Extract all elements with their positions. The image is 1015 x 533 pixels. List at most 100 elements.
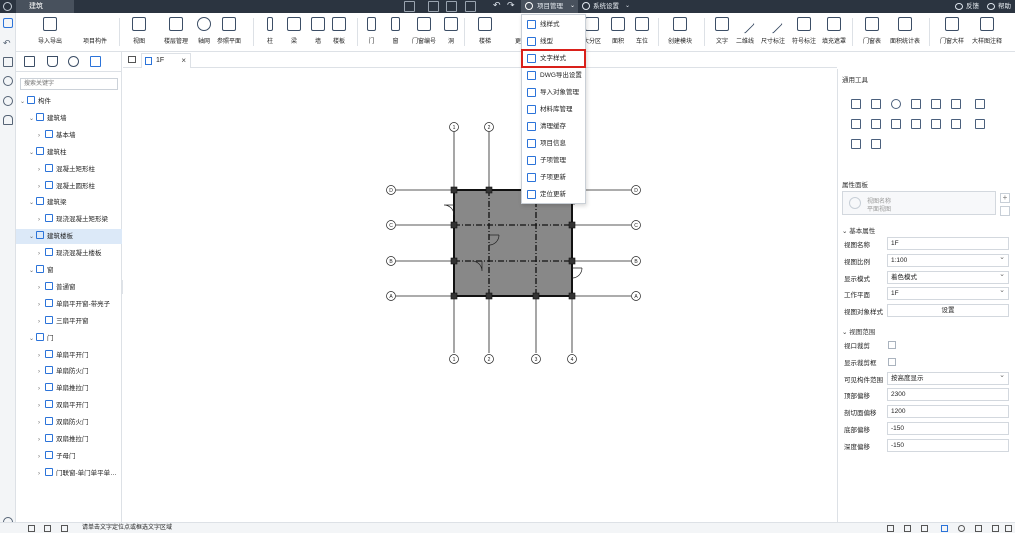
property-input[interactable]: 1F xyxy=(887,237,1009,250)
project-management-menu[interactable]: 项目管理 ⌄ xyxy=(521,0,578,13)
tree-leaf-item[interactable]: › 子母门 xyxy=(16,449,122,464)
ortho-icon[interactable] xyxy=(44,525,51,532)
chevron-down-icon[interactable]: ⌄ xyxy=(29,146,36,161)
property-input[interactable]: 2300 xyxy=(887,388,1009,402)
view-mode-icon[interactable] xyxy=(887,525,894,532)
property-select[interactable]: 1F xyxy=(887,285,1009,301)
flip-icon[interactable] xyxy=(951,119,961,129)
symbol-annotation-button[interactable]: 符号标注 xyxy=(792,17,816,45)
tree-leaf-item[interactable]: › 单扇推拉门 xyxy=(16,381,122,396)
chevron-down-icon[interactable]: ⌄ xyxy=(29,196,36,211)
building-icon[interactable] xyxy=(446,1,457,12)
display-icon[interactable] xyxy=(975,525,982,532)
tree-leaf-item[interactable]: › 门联窗-单门单平单… xyxy=(16,466,122,481)
chevron-right-icon[interactable]: › xyxy=(38,416,45,431)
tree-leaf-item[interactable]: › 基本墙 xyxy=(16,128,122,143)
create-module-button[interactable]: 创建模块 xyxy=(668,17,692,45)
view-range-section[interactable]: ⌄ 视图范围 xyxy=(842,326,875,336)
door-window-detail-button[interactable]: 门窗大样 xyxy=(940,17,964,45)
tree-leaf-item[interactable]: › 混凝土圆形柱 xyxy=(16,179,122,194)
align-icon[interactable] xyxy=(931,99,941,109)
chevron-right-icon[interactable]: › xyxy=(38,129,45,144)
tree-leaf-item[interactable]: › 双扇平开门 xyxy=(16,398,122,413)
chevron-down-icon[interactable]: ⌄ xyxy=(29,112,36,127)
floor-plan-drawing[interactable]: 1 2 1 2 3 4 D C B A D C B A xyxy=(123,69,837,522)
chevron-right-icon[interactable]: › xyxy=(38,298,45,313)
chevron-down-icon[interactable]: ⌄ xyxy=(29,332,36,347)
window-icon[interactable] xyxy=(128,56,136,63)
fill-mask-button[interactable]: 填充遮罩 xyxy=(822,17,846,45)
window-button[interactable]: 窗 xyxy=(391,17,400,45)
chevron-right-icon[interactable]: › xyxy=(38,450,45,465)
dropdown-menu-item[interactable]: 导入对象管理 xyxy=(522,84,585,101)
offset-icon[interactable] xyxy=(951,99,961,109)
tree-leaf-item[interactable]: › 双扇防火门 xyxy=(16,415,122,430)
column-button[interactable]: 柱 xyxy=(267,17,273,45)
layer-icon[interactable] xyxy=(921,525,928,532)
tree-leaf-item[interactable]: › 普通窗 xyxy=(16,280,122,295)
add-view-icon[interactable]: + xyxy=(1000,193,1010,203)
view-type-selector[interactable]: 视图名称 平面视图 xyxy=(842,191,996,215)
save-icon[interactable] xyxy=(428,1,439,12)
property-checkbox[interactable] xyxy=(888,357,896,366)
delete-icon[interactable] xyxy=(975,119,985,129)
compass-icon[interactable] xyxy=(3,76,13,86)
location-icon[interactable] xyxy=(68,56,79,67)
property-select[interactable]: 着色模式 xyxy=(887,269,1009,284)
tree-group-item[interactable]: ⌄ 建筑梁 xyxy=(16,195,122,210)
floor-management-button[interactable]: 楼层管理 xyxy=(164,17,188,45)
help-link[interactable]: 帮助 xyxy=(998,0,1011,13)
tree-group-item[interactable]: ⌄ 门 xyxy=(16,331,122,346)
property-checkbox[interactable] xyxy=(888,341,896,349)
detail-annotation-button[interactable]: 大样图注释 xyxy=(972,17,1002,45)
link-icon[interactable] xyxy=(941,525,948,532)
bell-icon[interactable] xyxy=(3,115,13,125)
chevron-right-icon[interactable]: › xyxy=(38,180,45,195)
globe-icon[interactable] xyxy=(958,525,965,532)
file-icon[interactable] xyxy=(404,1,415,12)
property-input[interactable]: -150 xyxy=(887,422,1009,435)
dropdown-menu-item[interactable]: 文字样式 xyxy=(521,49,586,68)
array-icon[interactable] xyxy=(975,99,985,109)
chevron-down-icon[interactable]: ⌄ xyxy=(29,230,36,245)
stairs-button[interactable]: 楼梯 xyxy=(478,17,492,45)
undo-icon[interactable]: ↶ xyxy=(493,0,501,11)
beam-button[interactable]: 梁 xyxy=(287,17,301,45)
tab-1f[interactable]: 1F × xyxy=(141,53,191,68)
property-input[interactable]: -150 xyxy=(887,438,1009,452)
door-window-number-button[interactable]: 门窗编号 xyxy=(412,17,436,45)
tree-group-item[interactable]: ⌄ 建筑柱 xyxy=(16,145,122,160)
drawing-canvas[interactable]: 1 2 1 2 3 4 D C B A D C B A xyxy=(123,69,837,522)
feedback-link[interactable]: 反馈 xyxy=(966,0,979,13)
chevron-down-icon[interactable]: ⌄ xyxy=(20,95,27,110)
split-icon[interactable] xyxy=(891,119,901,129)
2d-line-button[interactable]: 二维线 xyxy=(735,14,755,45)
rotate-icon[interactable] xyxy=(891,99,901,109)
chevron-right-icon[interactable]: › xyxy=(38,349,45,364)
property-input[interactable]: 1200 xyxy=(887,405,1009,419)
dropdown-menu-item[interactable]: 清理缓存 xyxy=(522,118,585,135)
chevron-right-icon[interactable]: › xyxy=(38,467,45,482)
user-icon[interactable] xyxy=(3,18,13,28)
tree-leaf-item[interactable]: › 混凝土矩形柱 xyxy=(16,162,122,177)
tree-leaf-item[interactable]: › 单扇防火门 xyxy=(16,364,122,379)
undo-rail-icon[interactable]: ↶ xyxy=(3,38,13,48)
close-icon[interactable]: × xyxy=(181,54,186,68)
reference-plane-button[interactable]: 参照平面 xyxy=(217,17,241,45)
dropdown-menu-item[interactable]: 项目信息 xyxy=(522,135,585,152)
basic-properties-section[interactable]: ⌄ 基本属性 xyxy=(842,225,875,235)
dropdown-menu-item[interactable]: 子项更新 xyxy=(522,169,585,186)
text-button[interactable]: 文字 xyxy=(715,17,729,45)
property-select[interactable]: 按高度显示 xyxy=(887,370,1009,385)
cube-icon[interactable] xyxy=(90,56,101,67)
opening-button[interactable]: 洞 xyxy=(444,17,458,45)
fullscreen-icon[interactable] xyxy=(1005,525,1012,532)
help-rail-icon[interactable] xyxy=(3,96,13,106)
home-icon[interactable] xyxy=(3,2,12,11)
layout-icon[interactable] xyxy=(24,56,35,67)
chevron-right-icon[interactable]: › xyxy=(38,281,45,296)
expand-icon[interactable] xyxy=(992,525,999,532)
axis-grid-button[interactable]: 轴网 xyxy=(197,17,211,45)
parking-button[interactable]: 车位 xyxy=(635,17,649,45)
system-settings-menu[interactable]: 系统设置 xyxy=(593,0,619,13)
